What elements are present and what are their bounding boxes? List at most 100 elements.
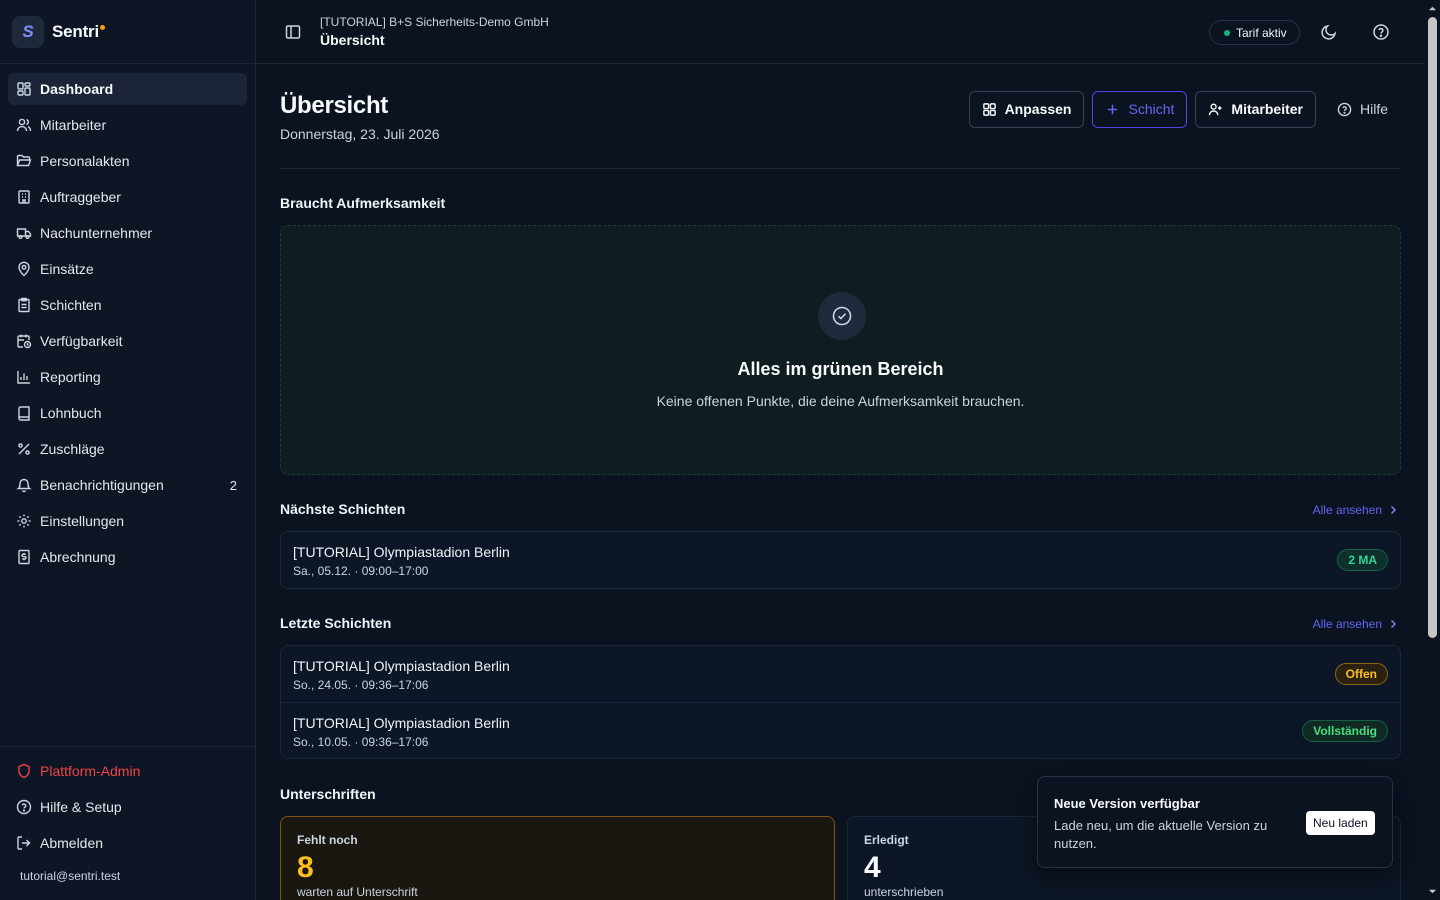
customize-button[interactable]: Anpassen: [968, 90, 1085, 128]
attention-empty-title: Alles im grünen Bereich: [737, 359, 944, 379]
sidebar-item-label: Einstellungen: [40, 513, 125, 529]
signatures-missing-count: 8: [297, 851, 314, 884]
attention-empty-subtitle: Keine offenen Punkte, die deine Aufmerks…: [656, 393, 1025, 409]
header-divider: [280, 168, 1401, 169]
reload-button[interactable]: Neu laden: [1306, 811, 1375, 835]
breadcrumb-organization[interactable]: [TUTORIAL] B+S Sicherheits-Demo GmbH: [320, 15, 549, 29]
clipboard-icon: [16, 297, 32, 313]
help-circle-icon[interactable]: [1372, 23, 1390, 41]
tarif-status-badge[interactable]: Tarif aktiv: [1209, 20, 1300, 45]
breadcrumb-page: Übersicht: [320, 32, 385, 48]
sidebar-item-einsaetze[interactable]: Einsätze: [8, 253, 247, 285]
map-pin-icon: [16, 261, 32, 277]
status-badge: Vollständig: [1302, 720, 1388, 742]
notification-count-badge: 2: [229, 477, 237, 493]
sidebar-item-schichten[interactable]: Schichten: [8, 289, 247, 321]
sidebar-item-label: Auftraggeber: [40, 189, 121, 205]
scroll-down-arrow-icon[interactable]: [1428, 887, 1437, 896]
sidebar-item-dashboard[interactable]: Dashboard: [8, 73, 247, 105]
last-shifts-see-all-link[interactable]: Alle ansehen: [1313, 617, 1398, 631]
sidebar-item-benachrichtigungen[interactable]: Benachrichtigungen 2: [8, 469, 247, 501]
sidebar-item-nachunternehmer[interactable]: Nachunternehmer: [8, 217, 247, 249]
calendar-clock-icon: [16, 333, 32, 349]
gear-icon: [16, 513, 32, 529]
sidebar-item-label: Abmelden: [40, 835, 104, 851]
topbar: [TUTORIAL] B+S Sicherheits-Demo GmbH Übe…: [256, 0, 1425, 64]
page-scrollbar[interactable]: [1425, 0, 1440, 900]
sidebar-item-hilfe-setup[interactable]: Hilfe & Setup: [8, 791, 247, 823]
sidebar-item-label: Benachrichtigungen: [40, 477, 164, 493]
tarif-status-label: Tarif aktiv: [1236, 25, 1287, 40]
signatures-missing-card[interactable]: Fehlt noch 8 warten auf Unterschrift: [280, 816, 835, 900]
sidebar-item-abmelden[interactable]: Abmelden: [8, 827, 247, 859]
truck-icon: [16, 225, 32, 241]
last-shifts-list: [TUTORIAL] Olympiastadion Berlin So., 24…: [280, 645, 1401, 759]
add-employee-button[interactable]: Mitarbeiter: [1195, 90, 1316, 128]
help-circle-icon: [1337, 102, 1352, 117]
sidebar-item-label: Abrechnung: [40, 549, 116, 565]
folder-open-icon: [16, 153, 32, 169]
plus-icon: [1105, 102, 1120, 117]
signatures-section-title: Unterschriften: [280, 786, 376, 802]
sidebar-item-abrechnung[interactable]: Abrechnung: [8, 541, 247, 573]
shift-row[interactable]: [TUTORIAL] Olympiastadion Berlin Sa., 05…: [281, 532, 1400, 588]
scroll-thumb[interactable]: [1428, 17, 1437, 638]
signatures-done-sub: unterschrieben: [864, 885, 944, 899]
log-out-icon: [16, 835, 32, 851]
help-button[interactable]: Hilfe: [1323, 90, 1401, 128]
sidebar-item-plattform-admin[interactable]: Plattform-Admin: [8, 755, 247, 787]
sidebar-item-label: Personalakten: [40, 153, 130, 169]
sidebar-item-label: Dashboard: [40, 81, 114, 97]
sidebar-item-reporting[interactable]: Reporting: [8, 361, 247, 393]
next-shifts-section-title: Nächste Schichten: [280, 501, 406, 517]
sidebar-item-einstellungen[interactable]: Einstellungen: [8, 505, 247, 537]
sidebar-item-label: Einsätze: [40, 261, 94, 277]
sidebar-item-label: Verfügbarkeit: [40, 333, 123, 349]
help-circle-icon: [16, 799, 32, 815]
receipt-icon: [16, 549, 32, 565]
shift-row[interactable]: [TUTORIAL] Olympiastadion Berlin So., 10…: [281, 702, 1400, 758]
brand[interactable]: S Sentri: [0, 0, 255, 64]
sidebar-footer: Plattform-Admin Hilfe & Setup Abmelden t…: [0, 746, 255, 900]
users-icon: [16, 117, 32, 133]
sidebar-item-label: Nachunternehmer: [40, 225, 153, 241]
sidebar-item-label: Lohnbuch: [40, 405, 102, 421]
customize-button-label: Anpassen: [1004, 101, 1072, 117]
sidebar-item-label: Zuschläge: [40, 441, 105, 457]
next-shifts-see-all-link[interactable]: Alle ansehen: [1313, 503, 1398, 517]
signatures-missing-sub: warten auf Unterschrift: [297, 885, 418, 899]
sidebar-toggle-icon[interactable]: [284, 23, 302, 41]
sidebar-item-auftraggeber[interactable]: Auftraggeber: [8, 181, 247, 213]
building-icon: [16, 189, 32, 205]
book-icon: [16, 405, 32, 421]
sidebar-item-personalakten[interactable]: Personalakten: [8, 145, 247, 177]
brand-name: Sentri: [52, 22, 105, 42]
see-all-label: Alle ansehen: [1312, 617, 1382, 631]
sidebar-item-label: Reporting: [40, 369, 101, 385]
sidebar-item-mitarbeiter[interactable]: Mitarbeiter: [8, 109, 247, 141]
bar-chart-icon: [16, 369, 32, 385]
update-toast: Neue Version verfügbar Lade neu, um die …: [1037, 776, 1393, 868]
check-circle-icon: [818, 292, 866, 340]
status-badge: Offen: [1334, 663, 1388, 685]
sidebar-item-verfuegbarkeit[interactable]: Verfügbarkeit: [8, 325, 247, 357]
brand-dot: [99, 24, 105, 30]
shift-row[interactable]: [TUTORIAL] Olympiastadion Berlin So., 24…: [281, 646, 1400, 702]
add-employee-button-label: Mitarbeiter: [1231, 101, 1303, 117]
signatures-missing-label: Fehlt noch: [297, 833, 358, 847]
user-plus-icon: [1208, 102, 1223, 117]
percent-icon: [16, 441, 32, 457]
dashboard-icon: [16, 81, 32, 97]
sidebar-item-label: Plattform-Admin: [40, 763, 141, 779]
sidebar-item-zuschlaege[interactable]: Zuschläge: [8, 433, 247, 465]
shield-icon: [16, 763, 32, 779]
sidebar-item-lohnbuch[interactable]: Lohnbuch: [8, 397, 247, 429]
add-shift-button[interactable]: Schicht: [1092, 90, 1188, 128]
shift-title: [TUTORIAL] Olympiastadion Berlin: [293, 658, 510, 674]
next-shifts-list: [TUTORIAL] Olympiastadion Berlin Sa., 05…: [280, 531, 1401, 589]
moon-icon[interactable]: [1320, 23, 1338, 41]
sidebar-item-label: Hilfe & Setup: [40, 799, 122, 815]
toast-title: Neue Version verfügbar: [1054, 796, 1200, 811]
scroll-up-arrow-icon[interactable]: [1428, 4, 1437, 13]
main-content: Übersicht Donnerstag, 23. Juli 2026 Anpa…: [280, 64, 1401, 900]
